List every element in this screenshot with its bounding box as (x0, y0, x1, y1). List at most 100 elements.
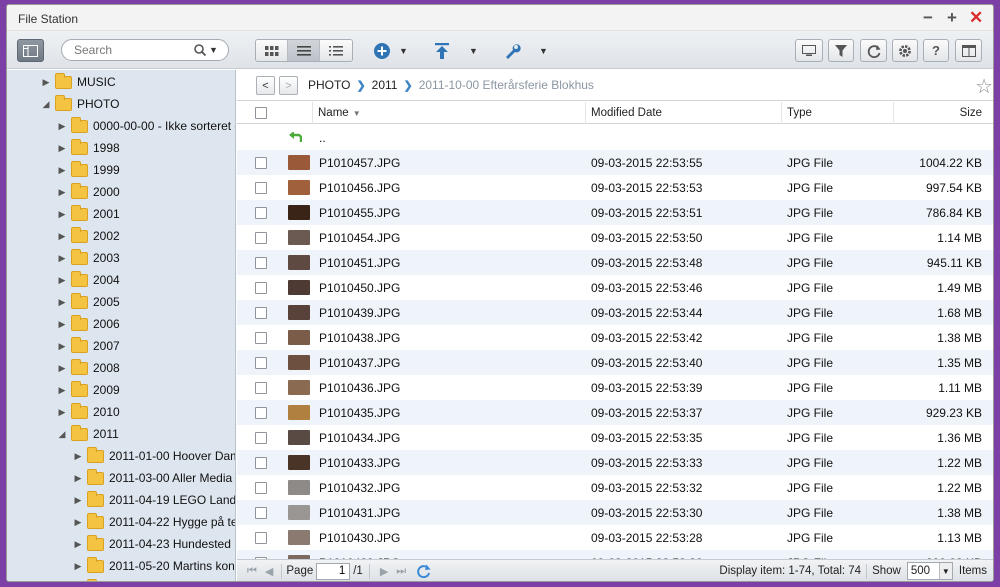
thumbnail-view-button[interactable] (256, 40, 288, 61)
row-checkbox[interactable] (255, 431, 267, 444)
tree-item[interactable]: ▶ 2008 (55, 357, 120, 379)
tree-item[interactable]: ▶ 2002 (55, 225, 120, 247)
last-page-icon[interactable]: ⏭ (396, 565, 406, 578)
minimize-icon[interactable]: − (921, 8, 935, 28)
row-checkbox[interactable] (255, 206, 267, 219)
tree-item[interactable]: ▶ 2011-01-00 Hoover Dam (71, 445, 235, 467)
file-row[interactable]: P1010450.JPG 09-03-2015 22:53:46 JPG File 1… (237, 275, 993, 300)
collapsed-arrow-icon[interactable]: ▶ (55, 407, 69, 418)
refresh-button[interactable] (860, 39, 887, 62)
tree-item[interactable]: ▶ 2006 (55, 313, 120, 335)
row-checkbox[interactable] (255, 506, 267, 519)
file-row[interactable]: P1010437.JPG 09-03-2015 22:53:40 JPG File 1… (237, 350, 993, 375)
row-checkbox[interactable] (255, 331, 267, 344)
tree-item[interactable]: ▶ 2011-05-20 Martins konf (71, 555, 235, 577)
tree-item[interactable]: ▶ 1999 (55, 159, 120, 181)
remote-mount-button[interactable] (795, 39, 823, 62)
collapsed-arrow-icon[interactable]: ▶ (55, 253, 69, 264)
search-box[interactable]: ▼ (61, 39, 229, 61)
file-row[interactable]: P1010455.JPG 09-03-2015 22:53:51 JPG File 7… (237, 200, 993, 225)
row-checkbox[interactable] (255, 381, 267, 394)
back-button[interactable]: < (256, 76, 275, 95)
collapsed-arrow-icon[interactable]: ▶ (39, 77, 53, 88)
tree-item[interactable]: ▶ 2011-04-19 LEGO Land (71, 489, 235, 511)
collapsed-arrow-icon[interactable]: ▶ (55, 297, 69, 308)
tree-item[interactable]: ▶ 2011-04-22 Hygge på ter (71, 511, 235, 533)
select-all-checkbox[interactable] (255, 107, 267, 119)
tree-item[interactable]: ▶ 1998 (55, 137, 120, 159)
close-icon[interactable]: ✕ (969, 8, 983, 28)
tree-item[interactable]: ▶ 2000 (55, 181, 120, 203)
tree-item[interactable]: ▶ 2004 (55, 269, 120, 291)
details-view-button[interactable] (320, 40, 352, 61)
expanded-arrow-icon[interactable]: ◢ (39, 99, 53, 110)
toggle-sidebar-button[interactable] (17, 39, 44, 62)
filter-button[interactable] (828, 39, 854, 62)
breadcrumb-photo[interactable]: PHOTO (308, 78, 350, 92)
collapsed-arrow-icon[interactable]: ▶ (71, 451, 85, 462)
row-checkbox[interactable] (255, 531, 267, 544)
file-row[interactable]: P1010439.JPG 09-03-2015 22:53:44 JPG File 1… (237, 300, 993, 325)
forward-button[interactable]: > (279, 76, 298, 95)
create-menu-button[interactable]: ▼ (373, 40, 408, 62)
file-row[interactable]: P1010435.JPG 09-03-2015 22:53:37 JPG File 9… (237, 400, 993, 425)
first-page-icon[interactable]: ⏮ (247, 565, 257, 578)
tree-item[interactable]: ◢ PHOTO (39, 93, 119, 115)
search-icon[interactable] (194, 44, 206, 56)
refresh-list-icon[interactable] (416, 564, 431, 579)
tree-item[interactable]: ◢ 2011 (55, 423, 119, 445)
file-row[interactable]: P1010457.JPG 09-03-2015 22:53:55 JPG File 1… (237, 150, 993, 175)
row-checkbox[interactable] (255, 356, 267, 369)
row-checkbox[interactable] (255, 406, 267, 419)
collapsed-arrow-icon[interactable]: ▶ (55, 165, 69, 176)
collapsed-arrow-icon[interactable]: ▶ (55, 363, 69, 374)
properties-panel-button[interactable] (955, 39, 982, 62)
file-row[interactable]: P1010454.JPG 09-03-2015 22:53:50 JPG File 1… (237, 225, 993, 250)
row-checkbox[interactable] (255, 456, 267, 469)
tree-item[interactable]: ▶ MUSIC (39, 71, 116, 93)
file-row[interactable]: P1010433.JPG 09-03-2015 22:53:33 JPG File 1… (237, 450, 993, 475)
upload-menu-button[interactable]: ▼ (433, 40, 478, 62)
file-row[interactable]: P1010456.JPG 09-03-2015 22:53:53 JPG File 9… (237, 175, 993, 200)
row-checkbox[interactable] (255, 156, 267, 169)
collapsed-arrow-icon[interactable]: ▶ (55, 209, 69, 220)
column-header-modified[interactable]: Modified Date (585, 102, 781, 124)
tree-item[interactable]: ▶ 0000-00-00 - Ikke sorteret e (55, 115, 235, 137)
tree-item[interactable]: ▶ 2010 (55, 401, 120, 423)
column-header-type[interactable]: Type (781, 102, 893, 124)
breadcrumb-2011[interactable]: 2011 (372, 78, 398, 92)
row-checkbox[interactable] (255, 256, 267, 269)
maximize-icon[interactable]: + (945, 8, 959, 28)
tools-menu-button[interactable]: ▼ (503, 40, 548, 62)
star-icon[interactable]: ☆ (975, 74, 993, 99)
column-header-name[interactable]: Name ▼ (312, 102, 585, 124)
tree-item[interactable]: ▶ 2003 (55, 247, 120, 269)
tree-item[interactable]: ▶2011-05-26 Skattejagt (71, 577, 226, 581)
help-button[interactable]: ? (923, 39, 949, 62)
tree-item[interactable]: ▶ 2005 (55, 291, 120, 313)
file-row[interactable]: P1010451.JPG 09-03-2015 22:53:48 JPG File 9… (237, 250, 993, 275)
list-view-button[interactable] (288, 40, 320, 61)
tree-item[interactable]: ▶ 2011-04-23 Hundested (71, 533, 231, 555)
collapsed-arrow-icon[interactable]: ▶ (55, 319, 69, 330)
settings-button[interactable] (892, 39, 918, 62)
search-input[interactable] (74, 43, 194, 57)
file-row[interactable]: P1010429.JPG09-03-2015 22:53:26JPG File8… (237, 550, 993, 559)
collapsed-arrow-icon[interactable]: ▶ (55, 385, 69, 396)
collapsed-arrow-icon[interactable]: ▶ (71, 561, 85, 572)
collapsed-arrow-icon[interactable]: ▶ (71, 539, 85, 550)
tree-item[interactable]: ▶ 2011-03-00 Aller Media - (71, 467, 235, 489)
row-checkbox[interactable] (255, 481, 267, 494)
row-checkbox[interactable] (255, 181, 267, 194)
tree-item[interactable]: ▶ 2009 (55, 379, 120, 401)
row-checkbox[interactable] (255, 281, 267, 294)
collapsed-arrow-icon[interactable]: ▶ (55, 187, 69, 198)
file-row[interactable]: P1010431.JPG 09-03-2015 22:53:30 JPG File 1… (237, 500, 993, 525)
file-row[interactable]: P1010438.JPG 09-03-2015 22:53:42 JPG File 1… (237, 325, 993, 350)
file-row[interactable]: P1010432.JPG 09-03-2015 22:53:32 JPG File 1… (237, 475, 993, 500)
tree-item[interactable]: ▶ 2007 (55, 335, 120, 357)
page-number-input[interactable] (316, 562, 351, 580)
collapsed-arrow-icon[interactable]: ▶ (55, 275, 69, 286)
parent-folder-row[interactable]: .. (237, 125, 993, 150)
column-header-size[interactable]: Size (893, 102, 993, 124)
